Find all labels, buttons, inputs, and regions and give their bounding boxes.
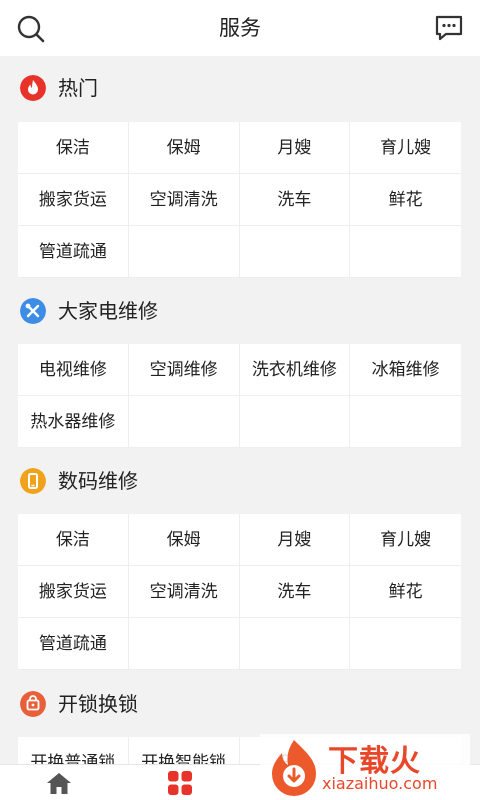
service-grid-hot: 保洁 保姆 月嫂 育儿嫂 搬家货运 空调清洗 洗车 鲜花 管道疏通	[18, 122, 461, 278]
service-item[interactable]: 管道疏通	[18, 226, 129, 278]
service-item[interactable]: 保洁	[18, 514, 129, 566]
section-title: 开锁换锁	[58, 692, 138, 716]
service-item[interactable]: 搬家货运	[18, 566, 129, 618]
service-item[interactable]: 鲜花	[350, 566, 461, 618]
home-icon[interactable]	[46, 771, 72, 795]
service-item[interactable]: 空调清洗	[128, 174, 240, 226]
service-item[interactable]: 热水器维修	[18, 396, 129, 448]
service-item[interactable]: 月嫂	[239, 122, 351, 174]
service-item[interactable]: 冰箱维修	[350, 344, 461, 396]
service-item[interactable]: 空调维修	[128, 344, 240, 396]
service-grid-appliance-repair: 电视维修 空调维修 洗衣机维修 冰箱维修 热水器维修	[18, 344, 461, 448]
empty-cell	[350, 618, 461, 670]
empty-cell	[239, 226, 351, 278]
section-title: 大家电维修	[58, 299, 158, 323]
services-grid-icon[interactable]	[167, 771, 193, 795]
service-item[interactable]: 育儿嫂	[350, 122, 461, 174]
service-item[interactable]: 月嫂	[239, 514, 351, 566]
watermark-url: xiazaihuo.com	[322, 774, 438, 793]
service-item[interactable]: 洗车	[239, 174, 351, 226]
empty-cell	[350, 396, 461, 448]
lock-icon	[20, 691, 46, 717]
section-title: 热门	[58, 76, 98, 100]
empty-cell	[128, 618, 240, 670]
service-item[interactable]: 育儿嫂	[350, 514, 461, 566]
top-bar: 服务	[0, 0, 480, 56]
empty-cell	[128, 396, 240, 448]
service-item[interactable]: 搬家货运	[18, 174, 129, 226]
message-icon[interactable]	[434, 14, 464, 42]
empty-cell	[350, 226, 461, 278]
service-item[interactable]: 电视维修	[18, 344, 129, 396]
watermark-logo	[272, 740, 316, 796]
service-item[interactable]: 保姆	[128, 122, 240, 174]
service-item[interactable]: 空调清洗	[128, 566, 240, 618]
service-item[interactable]: 洗衣机维修	[239, 344, 351, 396]
watermark: 下载火 xiazaihuo.com	[260, 734, 470, 800]
section-header-hot: 热门	[0, 63, 480, 113]
page-title: 服务	[219, 16, 261, 40]
flame-icon	[20, 75, 46, 101]
service-item[interactable]: 保洁	[18, 122, 129, 174]
tools-icon	[20, 298, 46, 324]
section-header-digital-repair: 数码维修	[0, 456, 480, 506]
empty-cell	[239, 396, 351, 448]
service-item[interactable]: 管道疏通	[18, 618, 129, 670]
service-item[interactable]: 鲜花	[350, 174, 461, 226]
service-item[interactable]: 保姆	[128, 514, 240, 566]
phone-icon	[20, 468, 46, 494]
service-grid-digital-repair: 保洁 保姆 月嫂 育儿嫂 搬家货运 空调清洗 洗车 鲜花 管道疏通	[18, 514, 461, 670]
section-header-appliance-repair: 大家电维修	[0, 286, 480, 336]
section-title: 数码维修	[58, 469, 138, 493]
empty-cell	[128, 226, 240, 278]
service-item[interactable]: 洗车	[239, 566, 351, 618]
section-header-locksmith: 开锁换锁	[0, 679, 480, 729]
empty-cell	[239, 618, 351, 670]
